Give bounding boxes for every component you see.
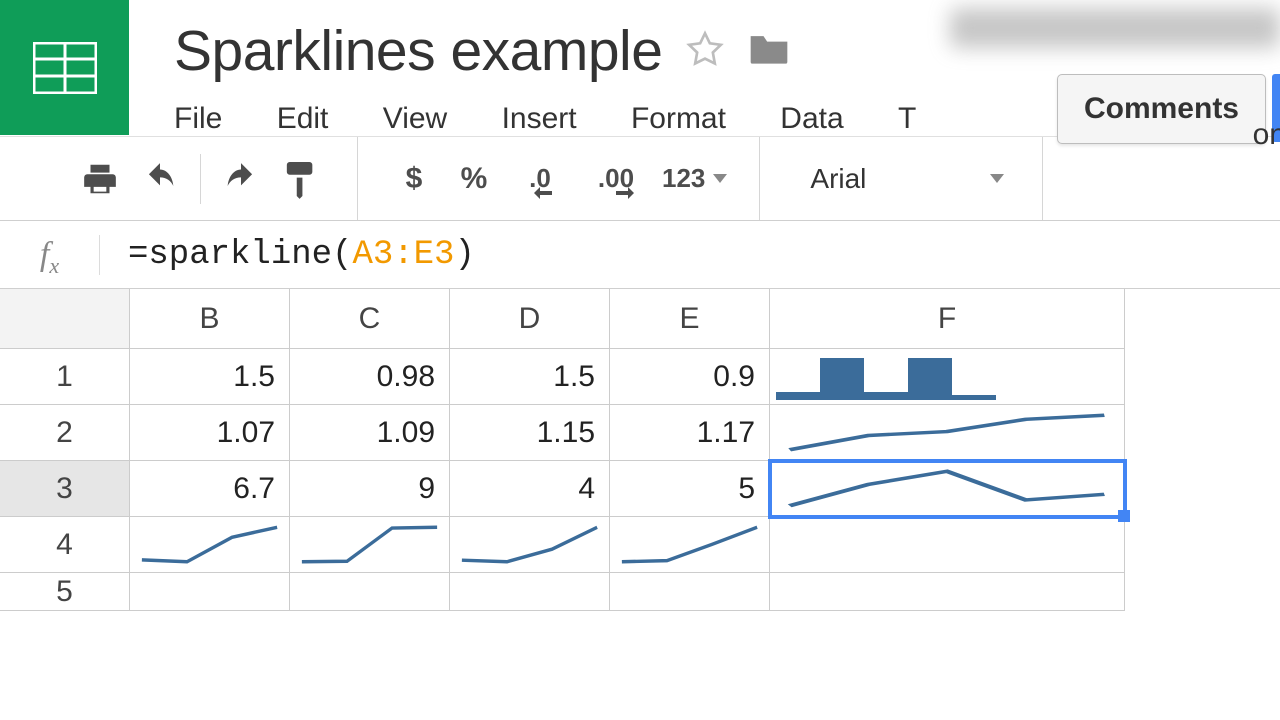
redo-icon[interactable] [215,153,267,205]
menu-tools-clipped[interactable]: T [898,102,916,136]
menu-view[interactable]: View [383,102,447,136]
format-currency-button[interactable]: $ [388,153,440,205]
col-header-b[interactable]: B [130,289,290,349]
cell-e3[interactable]: 5 [610,461,770,517]
select-all-corner[interactable] [0,289,130,349]
toolbar: $ % .0 .00 123 Arial [0,136,1280,221]
sheets-grid-icon [33,42,97,94]
cell-c5[interactable] [290,573,450,611]
format-percent-button[interactable]: % [448,153,500,205]
menu-file[interactable]: File [174,102,222,136]
cell-b4-sparkline[interactable] [130,517,290,573]
row-header-4[interactable]: 4 [0,517,130,573]
col-header-d[interactable]: D [450,289,610,349]
cell-f1-sparkbar[interactable] [770,349,1125,405]
col-header-c[interactable]: C [290,289,450,349]
cell-e1[interactable]: 0.9 [610,349,770,405]
cell-d5[interactable] [450,573,610,611]
cell-c1[interactable]: 0.98 [290,349,450,405]
row-header-1[interactable]: 1 [0,349,130,405]
title-bar: Sparklines example Comments on File Edit… [0,0,1280,136]
star-icon[interactable] [685,29,725,74]
account-email-blurred [950,8,1280,48]
cell-e4-sparkline[interactable] [610,517,770,573]
cell-f2-sparkline[interactable] [770,405,1125,461]
undo-icon[interactable] [134,153,186,205]
menu-insert[interactable]: Insert [502,102,577,136]
cell-d1[interactable]: 1.5 [450,349,610,405]
menu-data[interactable]: Data [780,102,843,136]
toolbar-separator [200,154,201,204]
cell-f5[interactable] [770,573,1125,611]
paint-format-icon[interactable] [275,153,327,205]
row-header-2[interactable]: 2 [0,405,130,461]
menu-format[interactable]: Format [631,102,726,136]
fx-icon[interactable]: fx [0,235,100,275]
cell-c4-sparkline[interactable] [290,517,450,573]
cell-d3[interactable]: 4 [450,461,610,517]
cell-e2[interactable]: 1.17 [610,405,770,461]
cell-f4[interactable] [770,517,1125,573]
cell-b1[interactable]: 1.5 [130,349,290,405]
font-family-select[interactable]: Arial [786,163,1016,195]
selection-handle[interactable] [1118,510,1130,522]
cell-c2[interactable]: 1.09 [290,405,450,461]
cell-d2[interactable]: 1.15 [450,405,610,461]
print-icon[interactable] [74,153,126,205]
spreadsheet-grid[interactable]: B C D E F 1 1.5 0.98 1.5 0.9 2 1.07 1.09… [0,289,1280,611]
decrease-decimal-button[interactable]: .0 [508,153,572,205]
chevron-down-icon [713,174,727,183]
app-logo[interactable] [0,0,129,135]
row-header-3[interactable]: 3 [0,461,130,517]
increase-decimal-button[interactable]: .00 [580,153,652,205]
clipped-text: on [1253,118,1280,152]
formula-bar: fx =sparkline(A3:E3) [0,221,1280,289]
chevron-down-icon [990,174,1004,183]
comments-button[interactable]: Comments [1057,74,1266,144]
more-formats-button[interactable]: 123 [656,163,733,194]
formula-input[interactable]: =sparkline(A3:E3) [100,236,475,274]
cell-b5[interactable] [130,573,290,611]
cell-b3[interactable]: 6.7 [130,461,290,517]
cell-e5[interactable] [610,573,770,611]
cell-c3[interactable]: 9 [290,461,450,517]
cell-d4-sparkline[interactable] [450,517,610,573]
folder-icon[interactable] [747,29,791,74]
menu-edit[interactable]: Edit [277,102,329,136]
col-header-e[interactable]: E [610,289,770,349]
row-header-5[interactable]: 5 [0,573,130,611]
document-title[interactable]: Sparklines example [174,18,662,84]
col-header-f[interactable]: F [770,289,1125,349]
cell-f3-sparkline-selected[interactable] [770,461,1125,517]
cell-b2[interactable]: 1.07 [130,405,290,461]
